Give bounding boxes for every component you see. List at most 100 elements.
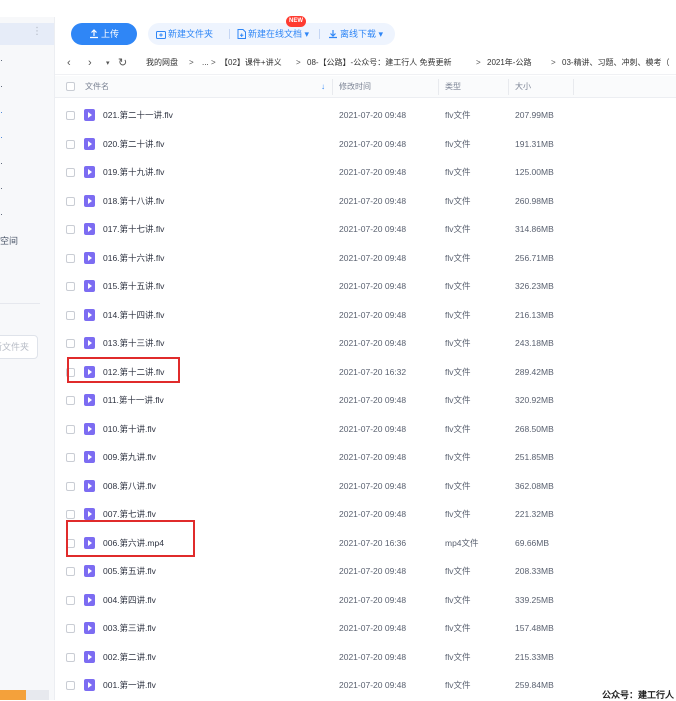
file-name[interactable]: 018.第十八讲.flv <box>103 187 164 216</box>
column-header-mtime[interactable]: 修改时间 <box>339 76 371 98</box>
file-type: flv文件 <box>445 395 471 405</box>
select-all-checkbox[interactable] <box>66 82 75 91</box>
file-name[interactable]: 008.第八讲.flv <box>103 472 156 501</box>
file-name[interactable]: 020.第二十讲.flv <box>103 130 164 159</box>
breadcrumb-item[interactable]: 08-【公路】-公众号：建工行人 免费更新 <box>307 57 451 69</box>
column-header-name[interactable]: 文件名 <box>85 76 109 98</box>
row-checkbox[interactable] <box>66 139 75 149</box>
sidebar-fragment[interactable]: · <box>0 158 3 168</box>
row-checkbox[interactable] <box>66 453 75 462</box>
table-row[interactable]: 018.第十八讲.flv 2021-07-20 09:48 flv文件 260.98M… <box>55 187 676 216</box>
file-size: 259.84MB <box>515 680 554 690</box>
row-checkbox[interactable] <box>66 111 75 120</box>
file-size: 314.86MB <box>515 224 554 234</box>
file-type: flv文件 <box>445 224 471 234</box>
row-checkbox[interactable] <box>66 196 75 206</box>
refresh-icon[interactable]: ↻ <box>118 56 127 70</box>
column-header-size[interactable]: 大小 <box>515 76 531 98</box>
sidebar-fragment[interactable]: · <box>0 209 3 219</box>
row-checkbox[interactable] <box>66 282 75 291</box>
row-checkbox[interactable] <box>66 652 75 662</box>
more-dots-icon[interactable]: ⋮ <box>32 26 42 37</box>
sidebar-new-folder-button[interactable]: 新文件夹 <box>0 335 38 359</box>
file-name[interactable]: 021.第二十一讲.flv <box>103 101 173 130</box>
row-checkbox[interactable] <box>66 595 75 605</box>
sidebar-selected-item[interactable] <box>0 23 54 45</box>
table-row[interactable]: 010.第十讲.flv 2021-07-20 09:48 flv文件 268.50MB <box>55 415 676 444</box>
file-name[interactable]: 016.第十六讲.flv <box>103 244 164 273</box>
file-name[interactable]: 002.第二讲.flv <box>103 643 156 672</box>
breadcrumb-item[interactable]: 我的网盘 <box>146 57 178 69</box>
row-checkbox[interactable] <box>66 567 75 576</box>
table-row[interactable]: 002.第二讲.flv 2021-07-20 09:48 flv文件 215.33MB <box>55 643 676 672</box>
table-row[interactable]: 014.第十四讲.flv 2021-07-20 09:48 flv文件 216.13M… <box>55 301 676 330</box>
sort-arrow-icon[interactable]: ↓ <box>321 76 325 98</box>
row-checkbox[interactable] <box>66 168 75 177</box>
modified-time: 2021-07-20 09:48 <box>339 480 407 491</box>
row-checkbox[interactable] <box>66 396 75 405</box>
file-size: 320.92MB <box>515 395 554 405</box>
file-type: flv文件 <box>445 566 471 576</box>
new-folder-button[interactable]: 新建文件夹 <box>156 23 213 45</box>
table-row[interactable]: 003.第三讲.flv 2021-07-20 09:48 flv文件 157.48MB <box>55 614 676 643</box>
file-name[interactable]: 014.第十四讲.flv <box>103 301 164 330</box>
row-checkbox[interactable] <box>66 225 75 234</box>
row-checkbox[interactable] <box>66 681 75 690</box>
table-row[interactable]: 016.第十六讲.flv 2021-07-20 09:48 flv文件 256.71M… <box>55 244 676 273</box>
history-dropdown-icon[interactable]: ▾ <box>106 57 110 71</box>
row-checkbox[interactable] <box>66 310 75 320</box>
column-header-type[interactable]: 类型 <box>445 76 461 98</box>
file-name[interactable]: 001.第一讲.flv <box>103 671 156 700</box>
file-name[interactable]: 017.第十七讲.flv <box>103 215 164 244</box>
folder-plus-icon <box>156 31 166 39</box>
modified-time: 2021-07-20 09:48 <box>339 452 407 462</box>
forward-arrow-icon[interactable]: › <box>88 56 92 70</box>
table-row[interactable]: 004.第四讲.flv 2021-07-20 09:48 flv文件 339.25MB <box>55 586 676 615</box>
row-checkbox[interactable] <box>66 253 75 263</box>
breadcrumb-item[interactable]: 【02】课件+讲义 <box>220 57 282 69</box>
table-row[interactable]: 017.第十七讲.flv 2021-07-20 09:48 flv文件 314.86M… <box>55 215 676 244</box>
table-row[interactable]: 005.第五讲.flv 2021-07-20 09:48 flv文件 208.33MB <box>55 557 676 586</box>
sidebar-fragment[interactable]: · <box>0 55 3 65</box>
sidebar-fragment[interactable]: · <box>0 81 3 91</box>
row-checkbox[interactable] <box>66 510 75 519</box>
breadcrumb-item[interactable]: ... <box>202 57 209 69</box>
offline-download-button[interactable]: 离线下载 ▾ <box>328 23 383 45</box>
file-table-header: 文件名 ↓ 修改时间 类型 大小 <box>55 76 676 98</box>
table-row[interactable]: 011.第十一讲.flv 2021-07-20 09:48 flv文件 320.92M… <box>55 386 676 415</box>
table-row[interactable]: 008.第八讲.flv 2021-07-20 09:48 flv文件 362.08MB <box>55 472 676 501</box>
table-row[interactable]: 020.第二十讲.flv 2021-07-20 09:48 flv文件 191.31M… <box>55 130 676 159</box>
file-name[interactable]: 010.第十讲.flv <box>103 415 156 444</box>
file-name[interactable]: 005.第五讲.flv <box>103 557 156 586</box>
file-name[interactable]: 009.第九讲.flv <box>103 443 156 472</box>
table-row[interactable]: 015.第十五讲.flv 2021-07-20 09:48 flv文件 326.23M… <box>55 272 676 301</box>
table-row[interactable]: 013.第十三讲.flv 2021-07-20 09:48 flv文件 243.18M… <box>55 329 676 358</box>
highlight-box-006 <box>66 520 195 557</box>
file-name[interactable]: 019.第十九讲.flv <box>103 158 164 187</box>
video-file-icon <box>84 650 95 663</box>
row-checkbox[interactable] <box>66 424 75 434</box>
row-checkbox[interactable] <box>66 624 75 633</box>
file-name[interactable]: 013.第十三讲.flv <box>103 329 164 358</box>
table-row[interactable]: 021.第二十一讲.flv 2021-07-20 09:48 flv文件 207.99… <box>55 101 676 130</box>
file-name[interactable]: 011.第十一讲.flv <box>103 386 164 415</box>
table-row[interactable]: 001.第一讲.flv 2021-07-20 09:48 flv文件 259.84MB <box>55 671 676 700</box>
upload-icon <box>89 29 98 39</box>
table-row[interactable]: 009.第九讲.flv 2021-07-20 09:48 flv文件 251.85MB <box>55 443 676 472</box>
sidebar-fragment[interactable]: · <box>0 132 3 142</box>
sidebar-item-space[interactable]: 空间 <box>0 234 18 247</box>
back-arrow-icon[interactable]: ‹ <box>67 56 71 70</box>
file-name[interactable]: 004.第四讲.flv <box>103 586 156 615</box>
file-name[interactable]: 003.第三讲.flv <box>103 614 156 643</box>
breadcrumb-item[interactable]: 2021年-公路 <box>487 57 531 69</box>
sidebar-fragment[interactable]: · <box>0 183 3 193</box>
file-size: 208.33MB <box>515 566 554 576</box>
file-size: 362.08MB <box>515 480 554 491</box>
sidebar-fragment[interactable]: · <box>0 107 3 117</box>
breadcrumb-item[interactable]: 03-精讲、习题、冲刺、模考（ <box>562 57 670 69</box>
row-checkbox[interactable] <box>66 481 75 491</box>
row-checkbox[interactable] <box>66 339 75 348</box>
table-row[interactable]: 019.第十九讲.flv 2021-07-20 09:48 flv文件 125.00M… <box>55 158 676 187</box>
upload-button[interactable]: 上传 <box>71 23 137 45</box>
file-name[interactable]: 015.第十五讲.flv <box>103 272 164 301</box>
